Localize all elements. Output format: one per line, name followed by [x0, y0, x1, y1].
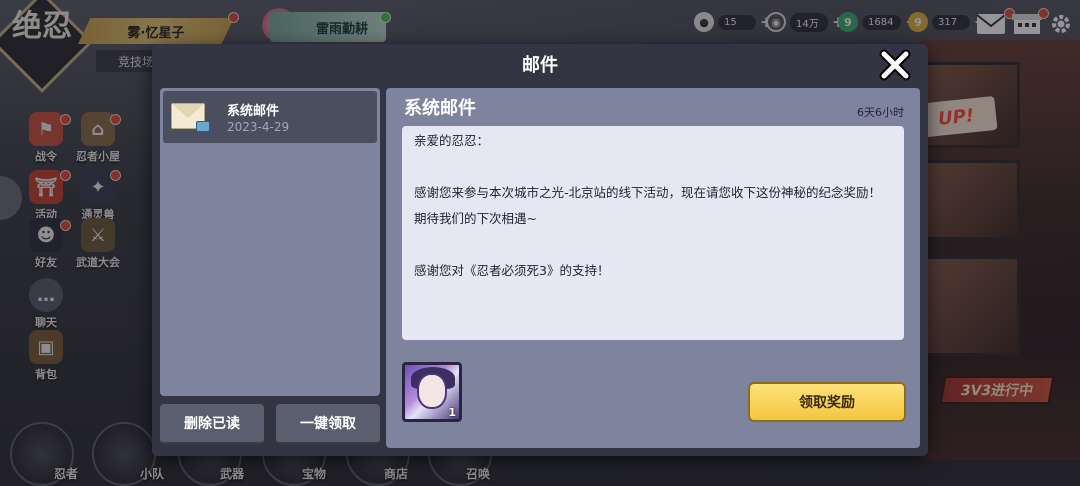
- character-portrait-icon: [417, 373, 447, 409]
- mail-paragraph: 感谢您对《忍者必须死3》的支持！: [414, 263, 610, 278]
- mail-dialog: 邮件 系统邮件 2023-4-29 删除已读 一键领取 系统邮件 6天6小时 亲…: [152, 44, 928, 456]
- claim-all-button[interactable]: 一键领取: [276, 404, 380, 444]
- close-icon: [879, 49, 911, 81]
- mail-expire-time: 6天6小时: [857, 106, 904, 119]
- reward-count: 1: [448, 406, 456, 419]
- mail-list-item[interactable]: 系统邮件 2023-4-29: [163, 91, 377, 143]
- envelope-icon: [171, 103, 210, 132]
- reward-item[interactable]: 1: [402, 362, 462, 422]
- mail-detail-title: 系统邮件: [404, 98, 476, 119]
- mail-item-date: 2023-4-29: [227, 120, 290, 134]
- mail-item-title: 系统邮件: [227, 104, 280, 119]
- mail-greeting: 亲爱的忍忍：: [414, 133, 490, 148]
- mail-paragraph: 感谢您来参与本次城市之光-北京站的线下活动，现在请您收下这份神秘的纪念奖励！期待…: [414, 185, 882, 226]
- close-button[interactable]: [878, 48, 912, 82]
- mail-list: 系统邮件 2023-4-29: [160, 88, 380, 396]
- delete-read-button[interactable]: 删除已读: [160, 404, 264, 444]
- mail-dialog-title: 邮件: [522, 55, 558, 76]
- claim-reward-button[interactable]: 领取奖励: [748, 382, 906, 422]
- mail-detail: 系统邮件 6天6小时 亲爱的忍忍： 感谢您来参与本次城市之光-北京站的线下活动，…: [386, 88, 920, 448]
- mail-body: 亲爱的忍忍： 感谢您来参与本次城市之光-北京站的线下活动，现在请您收下这份神秘的…: [402, 126, 904, 340]
